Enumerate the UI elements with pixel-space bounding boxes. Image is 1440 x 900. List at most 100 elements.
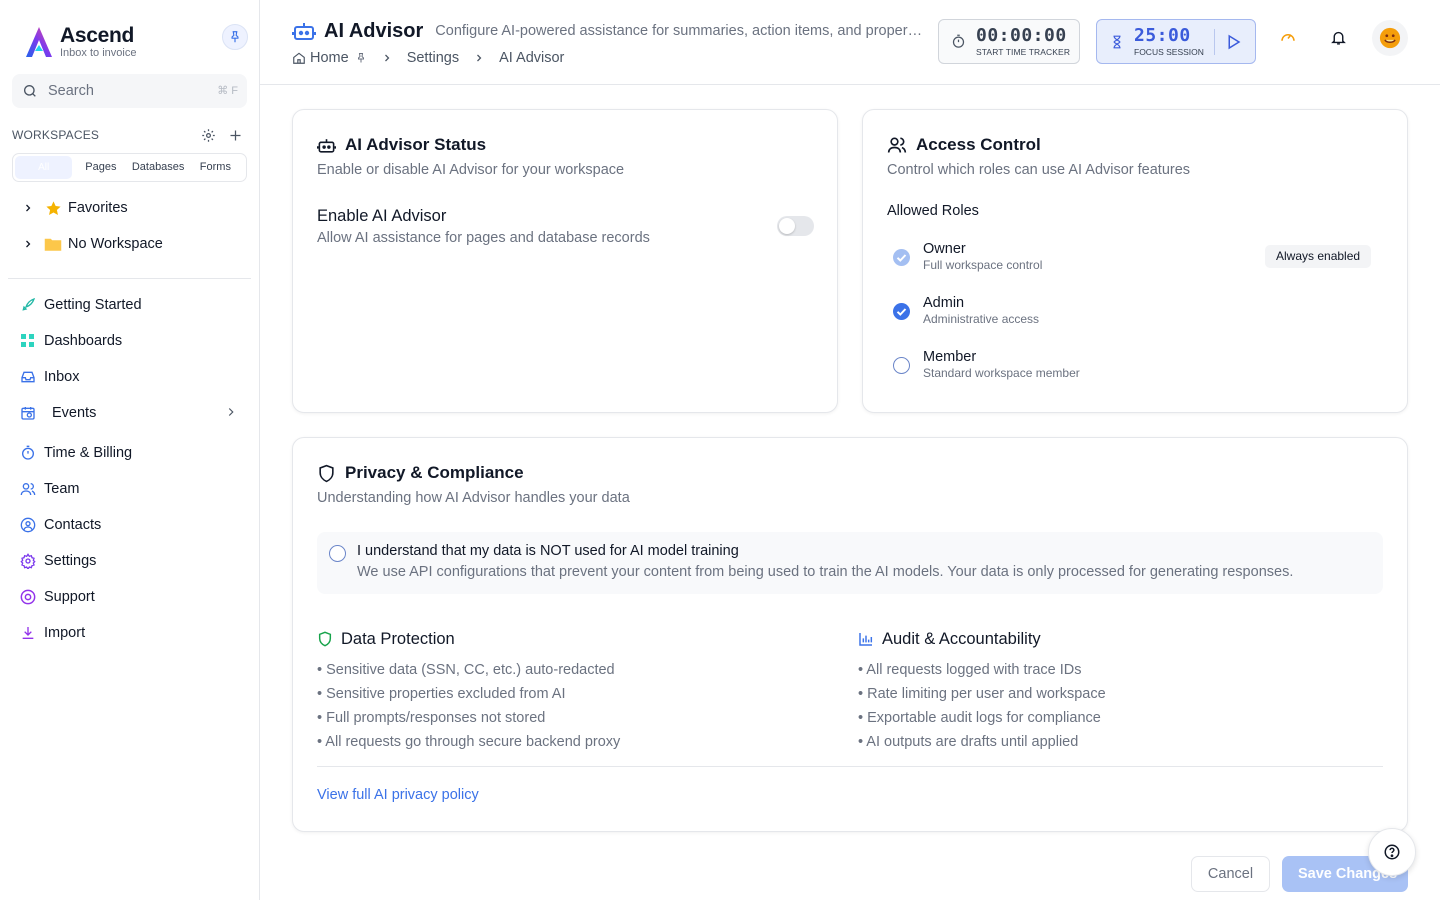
page-description: Configure AI-powered assistance for summ… [435, 23, 924, 39]
always-enabled-badge: Always enabled [1265, 245, 1372, 268]
stopwatch-icon [952, 34, 965, 48]
sidebar-item-import[interactable]: Import [20, 621, 244, 645]
bar-chart-icon [859, 633, 873, 646]
sidebar-divider [8, 278, 251, 279]
tree-item-favorites[interactable]: Favorites [20, 196, 128, 220]
list-item: • All requests go through secure backend… [317, 734, 621, 750]
sidebar-item-label: Settings [44, 553, 97, 569]
list-item: • AI outputs are drafts until applied [858, 734, 1079, 750]
owner-checkbox [893, 249, 910, 266]
smiley-avatar-icon [1379, 27, 1401, 49]
focus-divider [1214, 29, 1215, 55]
card-subtitle: Control which roles can use AI Advisor f… [887, 162, 1191, 178]
breadcrumb-settings[interactable]: Settings [407, 50, 459, 66]
chevron-right-icon [384, 54, 390, 62]
workspace-settings-icon[interactable] [201, 128, 216, 143]
list-item: • Exportable audit logs for compliance [858, 710, 1101, 726]
tree-item-label: No Workspace [68, 236, 163, 252]
toggle-label: Enable AI Advisor [317, 207, 447, 225]
start-time-tracker-button[interactable]: 00:00:00 START TIME TRACKER [938, 19, 1080, 64]
card-subtitle: Understanding how AI Advisor handles you… [317, 490, 630, 506]
brand[interactable]: Ascend Inbox to invoice [22, 22, 136, 62]
contact-icon [20, 517, 36, 533]
sidebar-item-dashboards[interactable]: Dashboards [20, 329, 244, 353]
sidebar-item-inbox[interactable]: Inbox [20, 365, 244, 389]
notifications-button[interactable] [1328, 27, 1348, 47]
pin-icon[interactable] [355, 52, 367, 64]
help-button[interactable] [1368, 828, 1416, 876]
sidebar-item-label: Getting Started [44, 297, 142, 313]
section-title: Audit & Accountability [882, 629, 1041, 648]
chevron-right-icon [26, 240, 31, 248]
role-admin[interactable]: Admin Administrative access [893, 295, 1273, 327]
data-protection-list: • Sensitive data (SSN, CC, etc.) auto-re… [317, 658, 620, 754]
grid-icon [21, 334, 34, 347]
sidebar-item-label: Events [52, 405, 97, 421]
role-name: Admin [923, 295, 965, 311]
card-title: Privacy & Compliance [345, 463, 524, 482]
add-workspace-icon[interactable] [228, 128, 243, 143]
users-icon [20, 483, 36, 496]
breadcrumb-home[interactable]: Home [310, 50, 349, 66]
enable-ai-advisor-toggle[interactable] [777, 216, 814, 236]
play-icon[interactable] [1224, 33, 1242, 51]
stopwatch-icon [22, 445, 34, 460]
sidebar: Ascend Inbox to invoice Search ⌘ F WORKS… [0, 0, 260, 900]
sidebar-item-label: Team [44, 481, 80, 497]
users-icon [887, 137, 907, 153]
search-box[interactable]: Search ⌘ F [12, 74, 247, 108]
tab-databases[interactable]: Databases [130, 156, 187, 179]
sidebar-item-time-billing[interactable]: Time & Billing [20, 441, 244, 465]
sidebar-item-events[interactable]: Events [20, 401, 244, 425]
home-icon [293, 52, 305, 64]
tree-item-no-workspace[interactable]: No Workspace [20, 232, 163, 256]
member-checkbox[interactable] [893, 357, 910, 374]
workspaces-label: WORKSPACES [12, 128, 100, 142]
performance-button[interactable] [1278, 27, 1298, 47]
admin-checkbox[interactable] [893, 303, 910, 320]
sidebar-item-support[interactable]: Support [20, 585, 244, 609]
cancel-button[interactable]: Cancel [1191, 856, 1270, 892]
tab-pages[interactable]: Pages [72, 156, 129, 179]
chevron-right-icon[interactable] [224, 405, 238, 419]
consent-title: I understand that my data is NOT used fo… [357, 543, 739, 559]
role-member[interactable]: Member Standard workspace member [893, 349, 1273, 381]
consent-box[interactable]: I understand that my data is NOT used fo… [317, 532, 1383, 594]
chevron-right-icon [477, 54, 482, 62]
role-description: Administrative access [923, 312, 1040, 326]
sidebar-item-settings[interactable]: Settings [20, 549, 244, 573]
folder-icon [44, 238, 62, 251]
pin-sidebar-button[interactable] [222, 24, 248, 50]
sidebar-item-getting-started[interactable]: Getting Started [20, 293, 244, 317]
consent-checkbox[interactable] [329, 545, 346, 562]
sidebar-item-label: Contacts [44, 517, 102, 533]
page-title: AI Advisor [324, 19, 424, 42]
search-input[interactable]: Search [48, 83, 94, 99]
list-item: • Sensitive properties excluded from AI [317, 686, 566, 702]
privacy-policy-link[interactable]: View full AI privacy policy [317, 787, 479, 803]
timer-value: 00:00:00 [976, 24, 1067, 46]
breadcrumb-current: AI Advisor [499, 50, 565, 66]
calendar-icon [21, 407, 35, 420]
search-shortcut: ⌘ F [217, 85, 238, 97]
download-icon [22, 627, 34, 639]
sidebar-item-contacts[interactable]: Contacts [20, 513, 244, 537]
sidebar-item-team[interactable]: Team [20, 477, 244, 501]
list-item: • Rate limiting per user and workspace [858, 686, 1106, 702]
help-icon [1384, 844, 1400, 860]
bell-icon [1330, 31, 1346, 45]
workspace-filter-tabs: All Pages Databases Forms [12, 153, 247, 182]
access-control-card: Access Control Control which roles can u… [862, 109, 1408, 413]
ai-status-card: AI Advisor Status Enable or disable AI A… [292, 109, 838, 413]
hourglass-icon [1113, 35, 1121, 48]
focus-session-widget[interactable]: 25:00 FOCUS SESSION [1096, 19, 1256, 64]
sidebar-item-label: Dashboards [44, 333, 123, 349]
audit-section: Audit & Accountability • All requests lo… [858, 628, 1106, 754]
avatar[interactable] [1372, 20, 1408, 56]
tab-forms[interactable]: Forms [187, 156, 244, 179]
toggle-description: Allow AI assistance for pages and databa… [317, 230, 650, 246]
role-owner: Owner Full workspace control [893, 241, 1273, 273]
list-item: • All requests logged with trace IDs [858, 662, 1082, 678]
tab-all[interactable]: All [15, 156, 73, 179]
shield-icon [319, 464, 334, 482]
